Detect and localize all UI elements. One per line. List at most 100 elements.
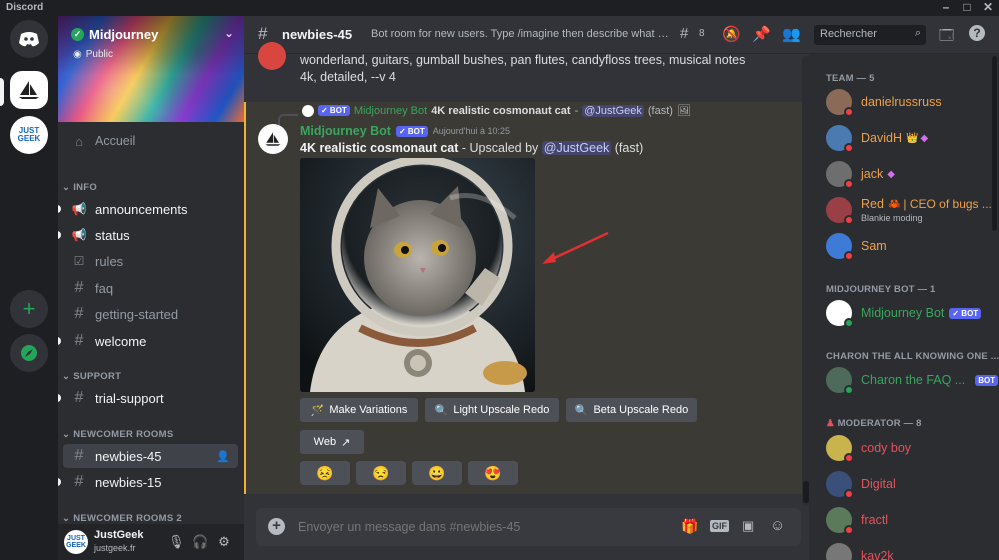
discord-window: Discord – □ ✕ JUST GEEK + ✓ Midjourney ◉: [0, 0, 999, 560]
thread-hash-icon: #: [74, 473, 84, 490]
channel-newbies-45[interactable]: # newbies-45 👤: [63, 444, 238, 468]
member-item[interactable]: cody boy: [826, 433, 996, 463]
member-item[interactable]: kav2k: [826, 541, 996, 560]
member-item[interactable]: jack ◆: [826, 159, 996, 189]
thread-count: 8: [699, 28, 705, 39]
home-discord-icon[interactable]: [10, 20, 48, 58]
member-item[interactable]: Red 🦀 | CEO of bugs ... Blankie moding: [826, 195, 996, 225]
magic-wand-icon: 🪄: [310, 404, 325, 417]
member-category-team: TEAM — 5: [826, 73, 875, 84]
scrollbar-thumb[interactable]: [992, 56, 997, 231]
avatar: [302, 104, 314, 117]
avatar[interactable]: [258, 124, 288, 154]
microphone-icon[interactable]: 🎙: [168, 534, 185, 550]
thread-hash-icon: #: [74, 447, 84, 464]
maximize-icon[interactable]: □: [956, 0, 978, 16]
member-item[interactable]: Midjourney Bot ✓ BOT: [826, 298, 996, 328]
home-icon: ⌂: [75, 133, 83, 149]
midjourney-server-icon[interactable]: [10, 71, 48, 109]
channel-status[interactable]: 📢 status: [63, 223, 238, 247]
channel-getting-started[interactable]: # getting-started: [63, 302, 238, 326]
hash-icon: #: [74, 389, 84, 406]
close-icon[interactable]: ✕: [977, 0, 999, 16]
mute-bell-icon[interactable]: 🔕: [722, 25, 741, 43]
channel-topic[interactable]: Bot room for new users. Type /imagine th…: [371, 28, 671, 40]
pin-icon[interactable]: 📌: [752, 25, 771, 43]
member-list-icon[interactable]: 👥: [782, 25, 801, 43]
category-info[interactable]: ⌄ INFO: [62, 182, 97, 193]
member-item[interactable]: Sam: [826, 231, 996, 261]
cosmonaut-cat-image[interactable]: [300, 158, 535, 392]
message-content: 4K realistic cosmonaut cat - Upscaled by…: [300, 141, 644, 155]
settings-gear-icon[interactable]: ⚙: [216, 534, 232, 550]
add-attachment-icon[interactable]: +: [268, 518, 285, 535]
scrollbar-track[interactable]: [802, 56, 809, 506]
avatar: [826, 543, 852, 560]
help-icon[interactable]: ?: [969, 25, 985, 41]
channel-rules[interactable]: ☑ rules: [63, 249, 238, 273]
channel-trial-support[interactable]: # trial-support: [63, 386, 238, 410]
search-input[interactable]: Rechercher ⌕: [814, 25, 926, 45]
author-name[interactable]: Midjourney Bot: [300, 124, 391, 138]
gif-icon[interactable]: GIF: [710, 520, 729, 532]
avatar[interactable]: [258, 42, 286, 70]
headphones-icon[interactable]: 🎧: [192, 534, 208, 550]
make-variations-button[interactable]: 🪄 Make Variations: [300, 398, 418, 422]
channel-faq[interactable]: # faq: [63, 276, 238, 300]
external-link-icon: ↗: [341, 436, 351, 449]
server-public-tag: ◉ Public: [73, 49, 113, 60]
member-item[interactable]: Digital: [826, 469, 996, 499]
reaction-button[interactable]: 😒: [356, 461, 406, 485]
minimize-icon[interactable]: –: [935, 0, 957, 16]
avatar[interactable]: JUST GEEK: [64, 530, 88, 554]
channel-welcome[interactable]: # welcome: [63, 329, 238, 353]
thread-hash-icon: #: [258, 24, 268, 43]
member-category-moderator: ♟ MODERATOR — 8: [826, 418, 922, 429]
category-support[interactable]: ⌄ SUPPORT: [62, 371, 121, 382]
category-newcomer-rooms[interactable]: ⌄ NEWCOMER ROOMS: [62, 429, 173, 440]
avatar: [826, 197, 854, 225]
message-reply[interactable]: ✓ BOT Midjourney Bot 4K realistic cosmon…: [302, 104, 691, 117]
reaction-button[interactable]: 😣: [300, 461, 350, 485]
crab-icon: 🦀: [887, 198, 901, 210]
beta-upscale-redo-button[interactable]: 🔍 Beta Upscale Redo: [566, 398, 697, 422]
user-panel: JUST GEEK JustGeek justgeek.fr 🎙 🎧 ⚙: [58, 524, 244, 560]
explore-compass-icon[interactable]: [10, 334, 48, 372]
reaction-button[interactable]: 😍: [468, 461, 518, 485]
category-newcomer-rooms-2[interactable]: ⌄ NEWCOMER ROOMS 2: [62, 513, 182, 524]
verified-icon: ✓: [71, 28, 84, 41]
light-upscale-redo-button[interactable]: 🔍 Light Upscale Redo: [425, 398, 559, 422]
channel-announcements[interactable]: 📢 announcements: [63, 197, 238, 221]
avatar: [826, 89, 854, 117]
server-name: Midjourney: [89, 27, 159, 42]
member-item[interactable]: danielrussruss: [826, 87, 996, 117]
gift-icon[interactable]: 🎁: [681, 518, 698, 535]
sticker-icon[interactable]: ▣: [742, 518, 754, 534]
chevron-down-icon[interactable]: ⌄: [224, 26, 234, 40]
previous-message-text: wonderland, guitars, gumball bushes, pan…: [300, 53, 746, 84]
threads-icon[interactable]: #: [680, 25, 688, 42]
emoji-icon[interactable]: ☺: [770, 517, 785, 534]
server-banner[interactable]: ✓ Midjourney ◉ Public ⌄: [58, 16, 244, 122]
inbox-icon[interactable]: 🗔: [939, 25, 954, 49]
hash-icon: #: [74, 305, 84, 322]
channel-sidebar: ✓ Midjourney ◉ Public ⌄ ⌂ Accueil ⌄ INFO…: [58, 16, 244, 560]
user-name: JustGeek: [94, 529, 144, 541]
add-member-icon[interactable]: 👤: [216, 450, 230, 463]
globe-icon: ◉: [73, 49, 82, 60]
avatar: [826, 507, 854, 535]
member-item[interactable]: Charon the FAQ ... BOT: [826, 365, 999, 395]
channel-newbies-15[interactable]: # newbies-15: [63, 470, 238, 494]
avatar: [826, 161, 854, 189]
justgeek-server-icon[interactable]: JUST GEEK: [10, 116, 48, 154]
member-item[interactable]: fractl: [826, 505, 996, 535]
web-link-button[interactable]: Web ↗: [300, 430, 364, 454]
add-server-icon[interactable]: +: [10, 290, 48, 328]
message-input[interactable]: [298, 516, 648, 538]
member-item[interactable]: DavidH 👑 ◆: [826, 123, 996, 153]
nitro-gem-icon: ◆: [887, 168, 895, 180]
reaction-button[interactable]: 😀: [412, 461, 462, 485]
server-header[interactable]: ✓ Midjourney: [71, 27, 158, 42]
avatar: [826, 367, 854, 395]
sidebar-item-home[interactable]: ⌂ Accueil: [63, 129, 238, 153]
